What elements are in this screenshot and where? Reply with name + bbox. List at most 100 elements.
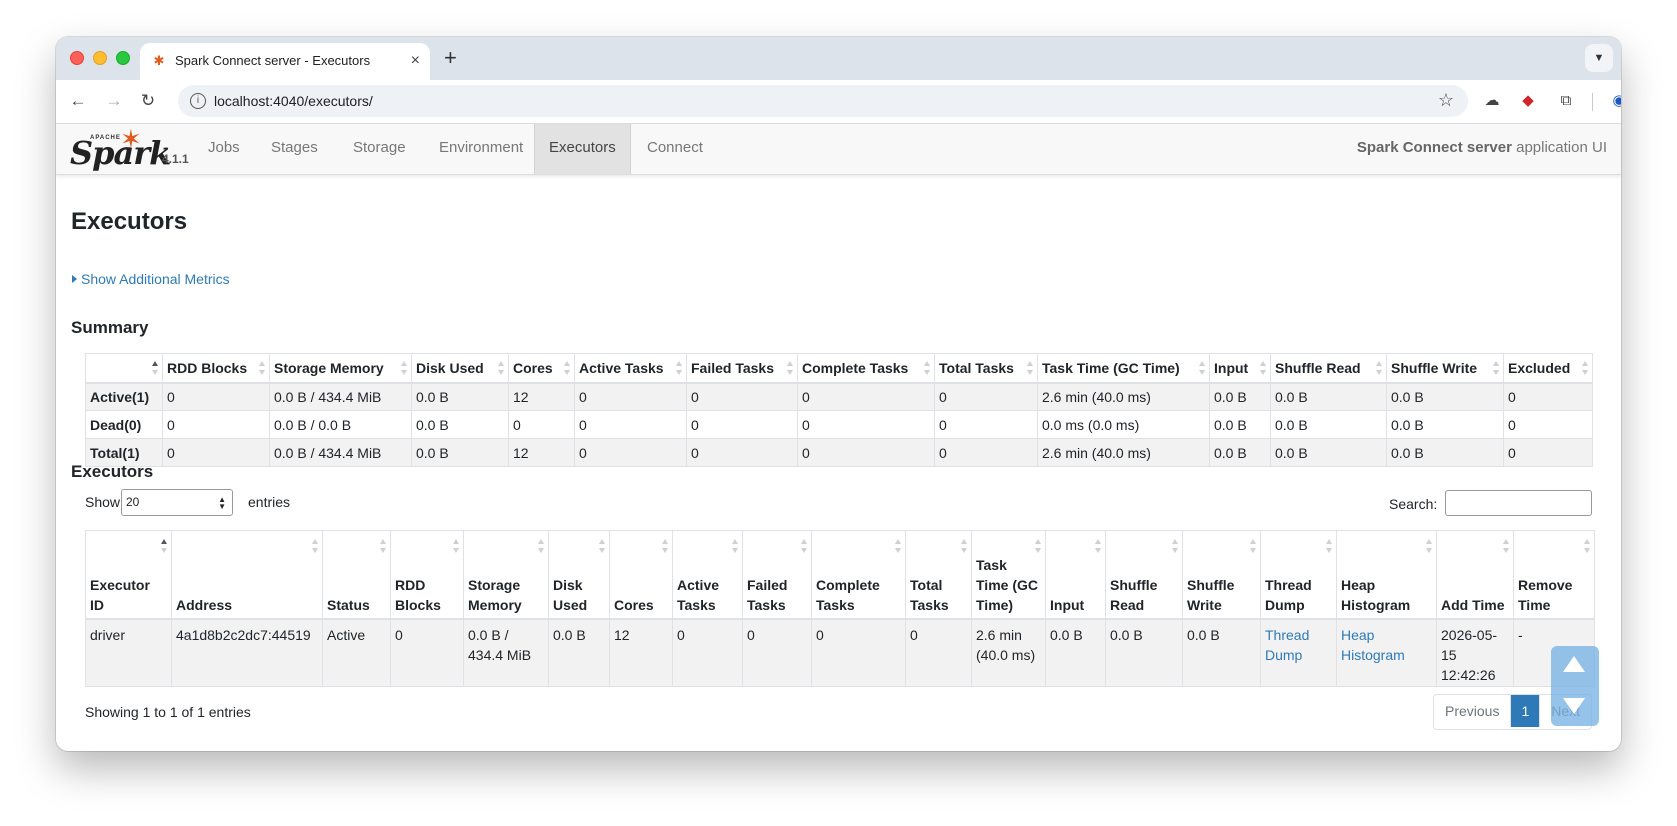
red-extension-icon[interactable]: ◆ (1518, 91, 1538, 111)
executors-header-input[interactable]: Input (1045, 530, 1106, 620)
scroll-down-icon[interactable] (1563, 698, 1585, 714)
executors-header-shuffle-write[interactable]: Shuffle Write (1182, 530, 1261, 620)
sort-arrows-icon (152, 360, 158, 375)
executors-header-label: Address (176, 596, 233, 613)
heap-histogram-link[interactable]: Heap Histogram (1341, 627, 1405, 663)
executors-header-thread-dump[interactable]: Thread Dump (1260, 530, 1337, 620)
summary-header-disk-used[interactable]: Disk Used (411, 353, 509, 384)
executors-header-label: Shuffle Read (1110, 576, 1158, 613)
nav-jobs[interactable]: Jobs (194, 124, 254, 174)
page-size-select[interactable]: 20 ▲ ▼ (121, 489, 233, 516)
browser-tab-active[interactable]: ✱ Spark Connect server - Executors × (140, 43, 430, 80)
thread-dump-link[interactable]: Thread Dump (1265, 627, 1309, 663)
executors-header-heap-histogram[interactable]: Heap Histogram (1336, 530, 1437, 620)
executors-header-shuffle-read[interactable]: Shuffle Read (1105, 530, 1183, 620)
maximize-window-button[interactable] (116, 51, 130, 65)
scroll-up-icon[interactable] (1563, 656, 1585, 672)
executors-cell-failed-tasks: 0 (742, 618, 812, 687)
previous-page-button[interactable]: Previous (1434, 695, 1512, 727)
reload-icon[interactable]: ↻ (136, 89, 160, 113)
back-arrow-icon[interactable]: ← (66, 89, 90, 113)
sort-arrows-icon (538, 539, 544, 554)
executors-cell-thread-dump: Thread Dump (1260, 618, 1337, 687)
address-bar[interactable]: i localhost:4040/executors/ ☆ (178, 85, 1468, 117)
summary-header-label: Shuffle Write (1391, 359, 1478, 376)
minimize-window-button[interactable] (93, 51, 107, 65)
tab-close-icon[interactable]: × (411, 52, 420, 70)
executors-header-add-time[interactable]: Add Time (1436, 530, 1514, 620)
close-window-button[interactable] (70, 51, 84, 65)
search-input[interactable] (1445, 490, 1592, 516)
executors-cell-cores: 12 (609, 618, 673, 687)
executors-header-task-time-gc-time[interactable]: Task Time (GC Time) (971, 530, 1046, 620)
sort-arrows-icon (599, 539, 605, 554)
page-1-button[interactable]: 1 (1511, 695, 1541, 727)
summary-header-active-tasks[interactable]: Active Tasks (574, 353, 687, 384)
executors-header-total-tasks[interactable]: Total Tasks (905, 530, 972, 620)
summary-cell-row-label: Active(1) (85, 382, 163, 411)
executors-header-status[interactable]: Status (322, 530, 391, 620)
summary-header-rdd-blocks[interactable]: RDD Blocks (162, 353, 270, 384)
executors-cell-add-time: 2026-05-15 12:42:26 (1436, 618, 1514, 687)
summary-cell-failed-tasks: 0 (686, 438, 798, 467)
executors-header-label: Cores (614, 596, 654, 613)
nav-environment[interactable]: Environment (425, 124, 537, 174)
executors-header-storage-memory[interactable]: Storage Memory (463, 530, 549, 620)
cloud-extension-icon[interactable]: ☁ (1482, 91, 1502, 111)
entries-label: entries (248, 494, 291, 510)
sort-arrows-icon (564, 360, 570, 375)
show-additional-metrics-link[interactable]: Show Additional Metrics (72, 271, 230, 287)
executors-header-cores[interactable]: Cores (609, 530, 673, 620)
summary-row: Dead(0) 0 0.0 B / 0.0 B 0.0 B 0 0 0 0 0 0.0 ms (0… (85, 410, 1593, 439)
summary-header-row-label[interactable] (85, 353, 163, 384)
summary-header-cores[interactable]: Cores (508, 353, 575, 384)
spark-logo[interactable]: APACHE Spark ✶ 4.1.1 (70, 124, 189, 172)
executors-header-complete-tasks[interactable]: Complete Tasks (811, 530, 906, 620)
new-tab-button[interactable]: + (444, 45, 457, 71)
sort-arrows-icon (1426, 539, 1432, 554)
summary-cell-active-tasks: 0 (574, 410, 687, 439)
summary-header-label: Failed Tasks (691, 359, 775, 376)
executors-cell-complete-tasks: 0 (811, 618, 906, 687)
executors-header-address[interactable]: Address (171, 530, 323, 620)
table-info-text: Showing 1 to 1 of 1 entries (85, 704, 251, 720)
summary-header-task-time-gc-time[interactable]: Task Time (GC Time) (1037, 353, 1210, 384)
summary-cell-task-time-gc-time: 2.6 min (40.0 ms) (1037, 382, 1210, 411)
puzzle-extension-icon[interactable]: ⧉ (1556, 91, 1576, 111)
summary-header-input[interactable]: Input (1209, 353, 1271, 384)
summary-header-storage-memory[interactable]: Storage Memory (269, 353, 412, 384)
executors-header-disk-used[interactable]: Disk Used (548, 530, 610, 620)
executors-header-rdd-blocks[interactable]: RDD Blocks (390, 530, 464, 620)
summary-cell-failed-tasks: 0 (686, 410, 798, 439)
executors-header-executor-id[interactable]: Executor ID (85, 530, 172, 620)
nav-connect[interactable]: Connect (633, 124, 717, 174)
executors-table: Executor ID Address Status RDD Blocks Storag… (85, 530, 1595, 687)
summary-header-label: Complete Tasks (802, 359, 909, 376)
summary-header-failed-tasks[interactable]: Failed Tasks (686, 353, 798, 384)
executors-cell-total-tasks: 0 (905, 618, 972, 687)
summary-header-total-tasks[interactable]: Total Tasks (934, 353, 1038, 384)
nav-stages[interactable]: Stages (257, 124, 332, 174)
profile-avatar-icon[interactable]: ◉ (1609, 91, 1621, 111)
forward-arrow-icon[interactable]: → (102, 89, 126, 113)
bookmark-star-icon[interactable]: ☆ (1438, 90, 1454, 111)
nav-storage[interactable]: Storage (339, 124, 420, 174)
spark-favicon-icon: ✱ (153, 53, 165, 68)
summary-cell-rdd-blocks: 0 (162, 438, 270, 467)
executors-header-failed-tasks[interactable]: Failed Tasks (742, 530, 812, 620)
summary-header-shuffle-write[interactable]: Shuffle Write (1386, 353, 1504, 384)
url-text[interactable]: localhost:4040/executors/ (214, 93, 373, 109)
summary-header-shuffle-read[interactable]: Shuffle Read (1270, 353, 1387, 384)
summary-header-complete-tasks[interactable]: Complete Tasks (797, 353, 935, 384)
summary-row: Active(1) 0 0.0 B / 434.4 MiB 0.0 B 12 0 0 0 0 2.… (85, 382, 1593, 411)
executors-header-active-tasks[interactable]: Active Tasks (672, 530, 743, 620)
executors-cell-active-tasks: 0 (672, 618, 743, 687)
executors-header-label: Task Time (GC Time) (976, 556, 1038, 613)
executors-header-remove-time[interactable]: Remove Time (1513, 530, 1595, 620)
summary-cell-storage-memory: 0.0 B / 434.4 MiB (269, 438, 412, 467)
tab-search-chevron-icon[interactable]: ▼ (1585, 44, 1613, 72)
summary-cell-task-time-gc-time: 0.0 ms (0.0 ms) (1037, 410, 1210, 439)
site-info-icon[interactable]: i (190, 93, 206, 109)
summary-header-excluded[interactable]: Excluded (1503, 353, 1593, 384)
nav-executors[interactable]: Executors (534, 124, 631, 174)
